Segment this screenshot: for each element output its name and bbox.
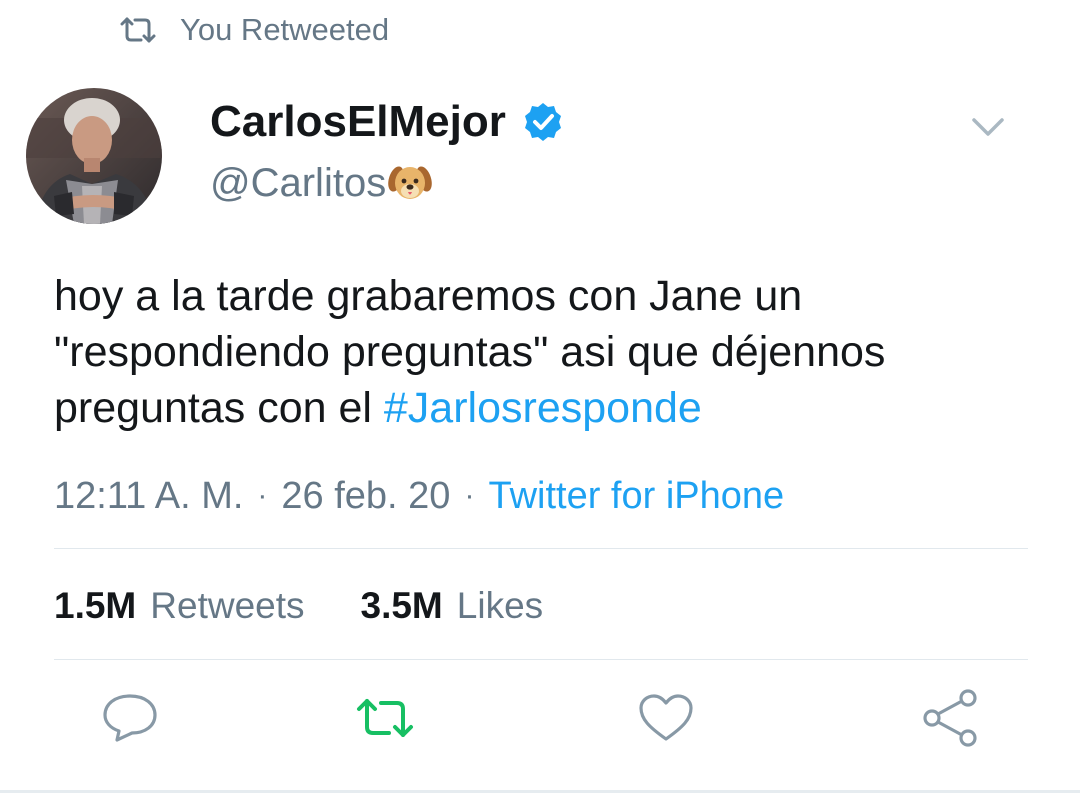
author-handle[interactable]: @Carlitos xyxy=(210,158,432,208)
retweet-icon xyxy=(118,14,158,46)
likes-stat[interactable]: 3.5M Likes xyxy=(361,585,544,627)
divider xyxy=(54,659,1028,660)
dog-face-emoji-icon xyxy=(388,161,432,205)
divider xyxy=(54,548,1028,549)
heart-icon xyxy=(637,692,695,749)
display-name-text: CarlosElMejor xyxy=(210,97,506,146)
likes-label: Likes xyxy=(456,585,544,626)
likes-count: 3.5M xyxy=(360,585,443,626)
tweet-options-chevron-down-icon[interactable] xyxy=(968,112,1008,142)
handle-text: @Carlitos xyxy=(210,160,387,205)
tweet-source-link[interactable]: Twitter for iPhone xyxy=(488,475,784,518)
tweet-meta: 12:11 A. M. · 26 feb. 20 · Twitter for i… xyxy=(54,470,784,522)
retweets-count: 1.5M xyxy=(54,585,137,626)
verified-badge-icon xyxy=(522,101,564,143)
like-button[interactable] xyxy=(636,690,696,750)
share-button[interactable] xyxy=(920,688,980,753)
reply-icon xyxy=(101,692,159,749)
tweet-stats: 1.5M Retweets 3.5M Likes xyxy=(54,580,599,632)
tweet-date: 26 feb. 20 xyxy=(281,474,451,517)
retweet-button[interactable] xyxy=(355,690,415,750)
hashtag-link[interactable]: #Jarlosresponde xyxy=(384,384,702,432)
tweet-time: 12:11 A. M. xyxy=(54,474,244,517)
meta-separator: · xyxy=(257,479,268,512)
retweet-context-label: You Retweeted xyxy=(180,12,390,47)
retweet-context: You Retweeted xyxy=(118,10,389,50)
retweet-icon xyxy=(355,695,415,746)
author-display-name[interactable]: CarlosElMejor xyxy=(210,96,564,148)
tweet-detail: You Retweeted CarlosElMejor @Carlitos ho… xyxy=(0,0,1080,793)
share-icon xyxy=(920,688,980,753)
retweets-stat[interactable]: 1.5M Retweets xyxy=(54,585,305,627)
reply-button[interactable] xyxy=(100,690,160,750)
avatar[interactable] xyxy=(26,88,162,224)
meta-separator: · xyxy=(464,479,475,512)
retweets-label: Retweets xyxy=(150,585,305,626)
tweet-text: hoy a la tarde grabaremos con Jane un "r… xyxy=(54,268,1044,436)
